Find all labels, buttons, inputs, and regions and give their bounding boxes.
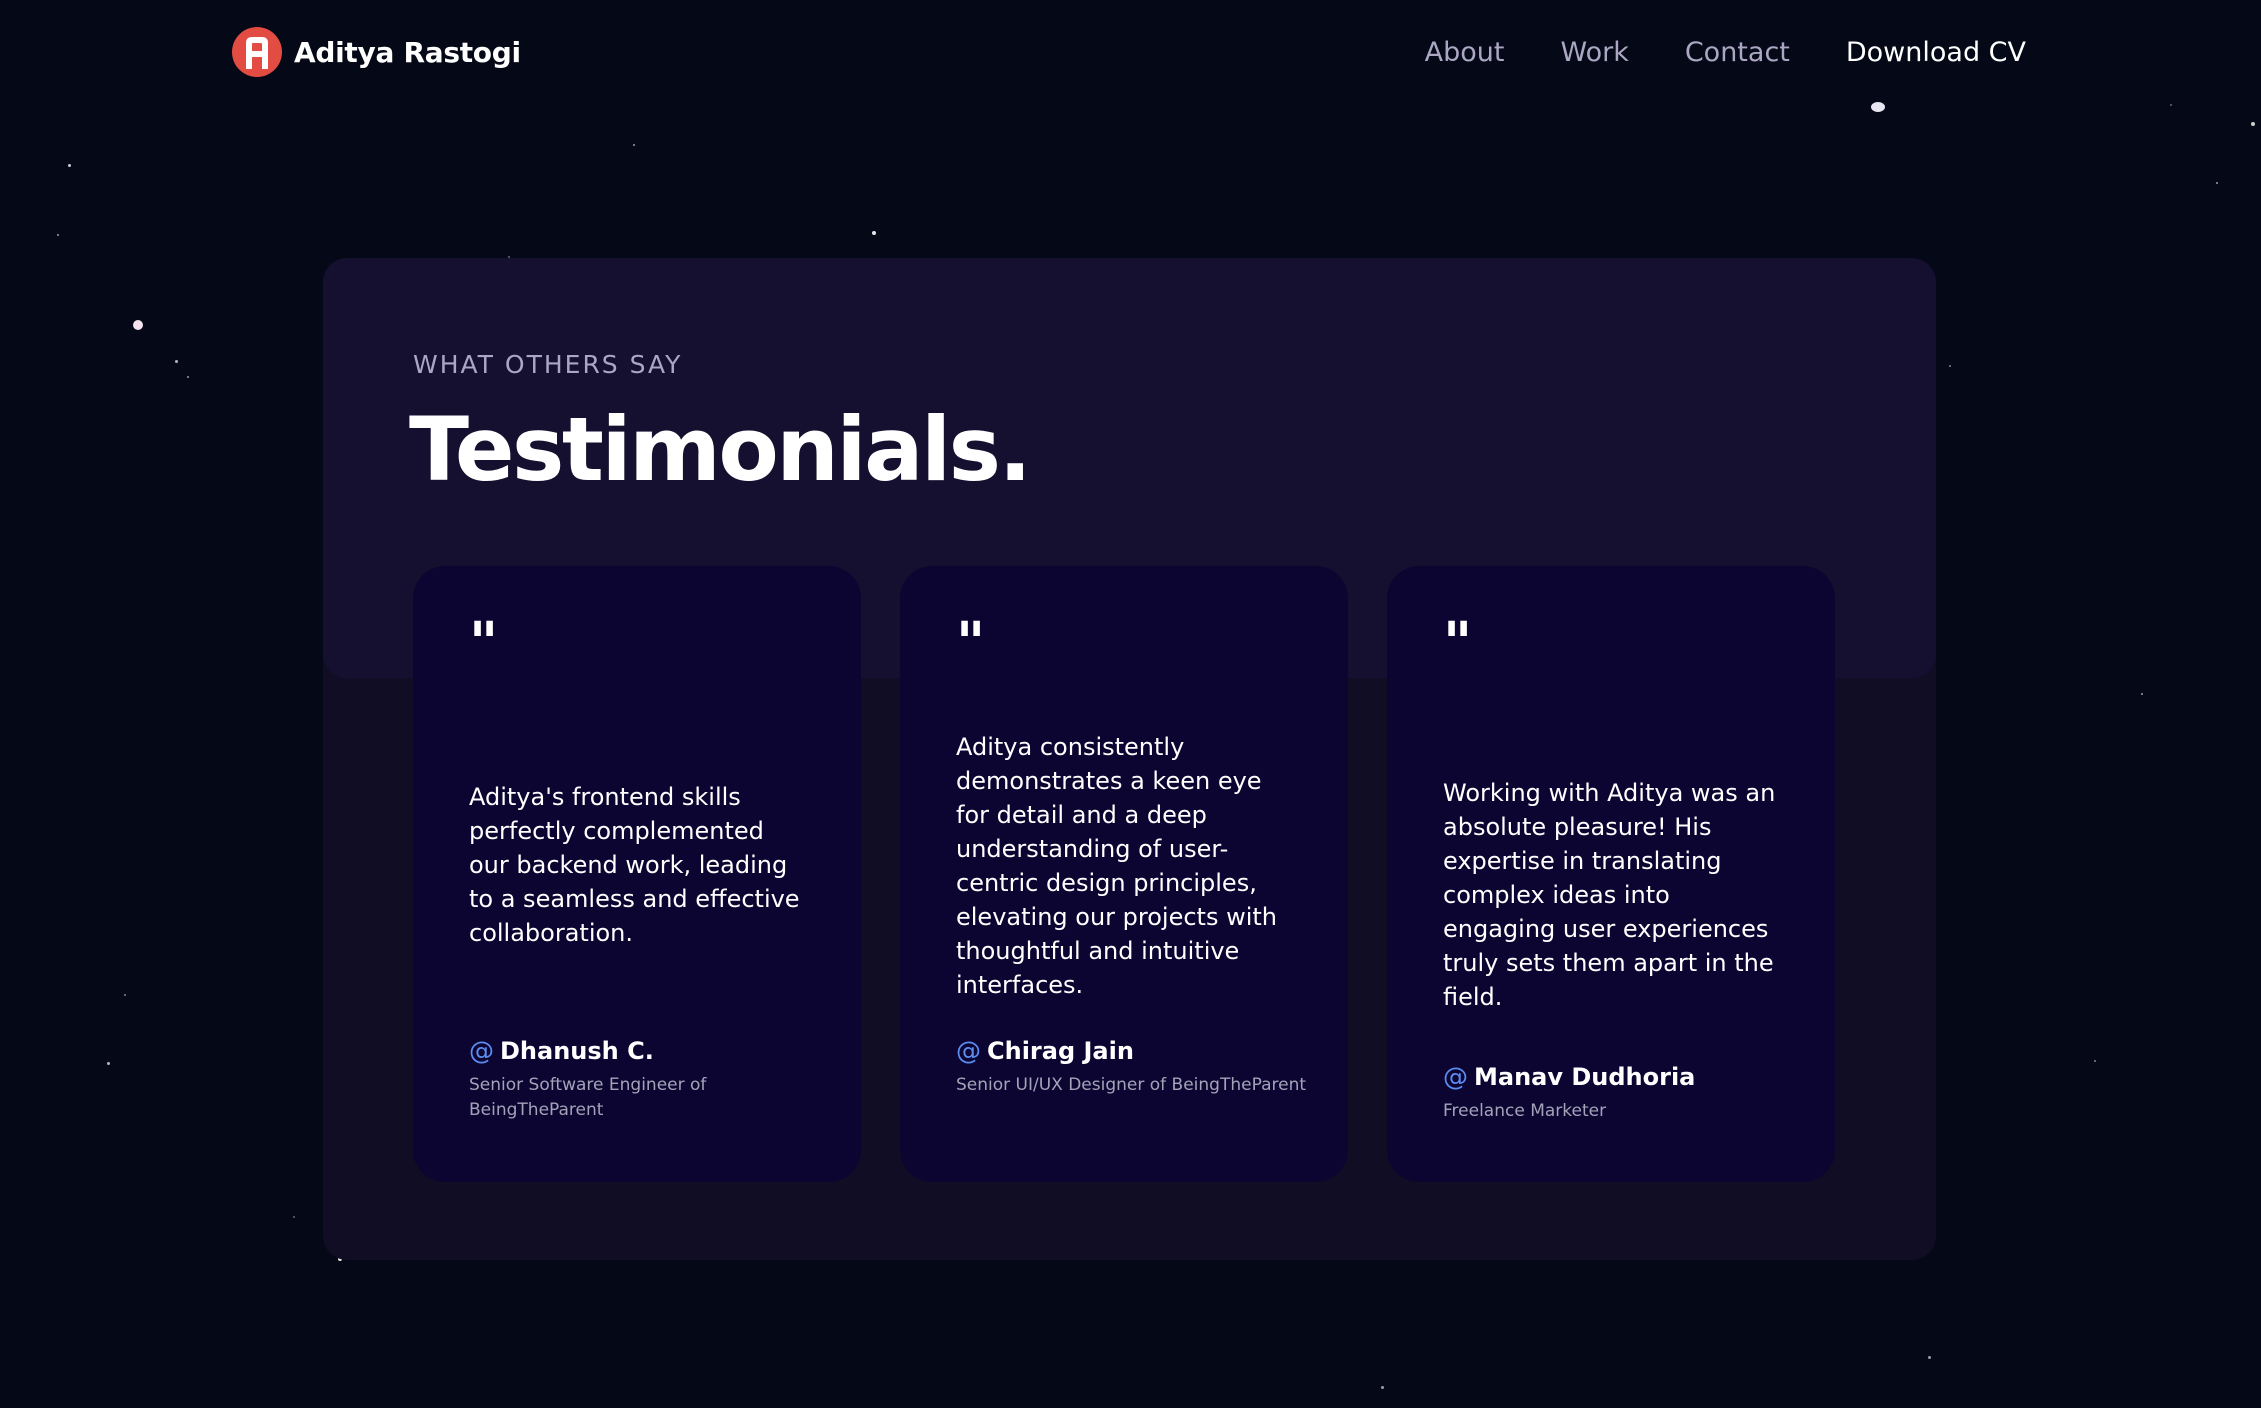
at-symbol: @: [956, 1036, 981, 1065]
brand-name: Aditya Rastogi: [294, 35, 521, 69]
testimonial-text: Working with Aditya was an absolute plea…: [1443, 779, 1776, 1011]
quote-icon: ": [1443, 611, 1473, 676]
testimonial-cards: " Aditya's frontend skills perfectly com…: [413, 566, 1835, 1182]
author-line: @ Dhanush C.: [469, 1036, 821, 1065]
nav-about-link[interactable]: About: [1425, 37, 1505, 68]
testimonial-text: Aditya consistently demonstrates a keen …: [956, 733, 1277, 999]
quote-icon: ": [469, 611, 499, 676]
star: [1381, 1386, 1384, 1389]
star: [293, 1216, 295, 1218]
nav-work-link[interactable]: Work: [1560, 37, 1628, 68]
nav-contact-link[interactable]: Contact: [1685, 37, 1790, 68]
star: [175, 360, 178, 363]
author-role: Senior UI/UX Designer of BeingTheParent: [956, 1075, 1307, 1095]
testimonial-author: @ Manav Dudhoria Freelance Marketer: [1443, 1062, 1795, 1124]
star: [68, 164, 71, 167]
brand-link[interactable]: Aditya Rastogi: [232, 27, 521, 77]
star: [1928, 1356, 1931, 1359]
author-line: @ Chirag Jain: [956, 1036, 1308, 1065]
ar-monogram-icon: [232, 27, 282, 77]
section-title: Testimonials.: [409, 398, 1032, 501]
author-role: Freelance Marketer: [1443, 1101, 1607, 1121]
testimonial-card: " Working with Aditya was an absolute pl…: [1387, 566, 1835, 1182]
star: [187, 376, 189, 378]
star: [2141, 693, 2143, 695]
testimonials-section: WHAT OTHERS SAY Testimonials. " Aditya's…: [323, 258, 1936, 1260]
testimonial-author: @ Chirag Jain Senior UI/UX Designer of B…: [956, 1036, 1308, 1098]
quote-icon: ": [956, 611, 986, 676]
star: [2251, 122, 2255, 126]
author-name: Dhanush C.: [500, 1037, 654, 1065]
at-symbol: @: [1443, 1062, 1468, 1091]
author-role: Senior Software Engineer of BeingThePare…: [469, 1075, 707, 1120]
star: [107, 1062, 110, 1065]
author-name: Manav Dudhoria: [1474, 1063, 1696, 1091]
star: [1949, 365, 1951, 367]
star: [633, 144, 635, 146]
star: [2216, 182, 2218, 184]
star: [2170, 104, 2172, 106]
download-cv-link[interactable]: Download CV: [1846, 37, 2026, 68]
section-subtitle: WHAT OTHERS SAY: [413, 350, 683, 379]
testimonial-author: @ Dhanush C. Senior Software Engineer of…: [469, 1036, 821, 1123]
star: [2094, 1060, 2096, 1062]
testimonial-text: Aditya's frontend skills perfectly compl…: [469, 783, 800, 947]
author-line: @ Manav Dudhoria: [1443, 1062, 1795, 1091]
nav-links: About Work Contact Download CV: [1425, 30, 2026, 74]
author-name: Chirag Jain: [987, 1037, 1134, 1065]
star: [124, 994, 126, 996]
navbar: Aditya Rastogi About Work Contact Downlo…: [0, 0, 2261, 104]
star: [872, 231, 876, 235]
star: [57, 234, 59, 236]
at-symbol: @: [469, 1036, 494, 1065]
star: [133, 320, 143, 330]
testimonial-card: " Aditya consistently demonstrates a kee…: [900, 566, 1348, 1182]
page: Aditya Rastogi About Work Contact Downlo…: [0, 0, 2261, 1408]
testimonial-card: " Aditya's frontend skills perfectly com…: [413, 566, 861, 1182]
